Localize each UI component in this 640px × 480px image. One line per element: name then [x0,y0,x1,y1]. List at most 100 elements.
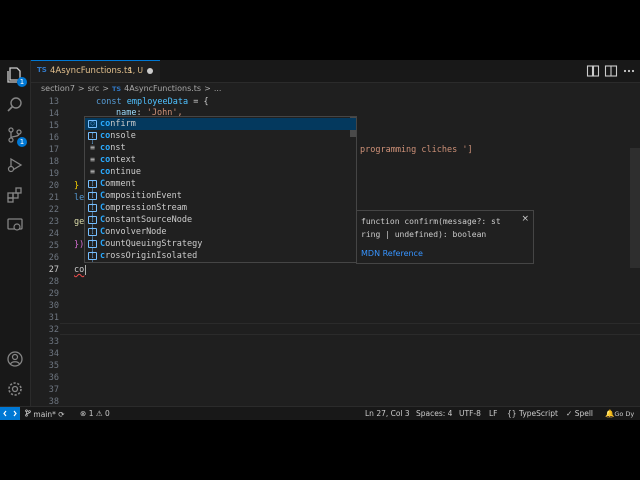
account-icon[interactable] [6,350,24,368]
suggestion-item[interactable]: [ ] ConvolverNode [85,226,356,241]
variable-icon: [ ] [88,192,97,205]
line-number: 17 [48,145,59,155]
suggestion-label: crossOriginIsolated [100,250,197,262]
mdn-reference-link[interactable]: MDN Reference [361,249,423,258]
code-keyword: const [96,97,122,107]
line-number: 25 [48,241,59,251]
run-debug-icon[interactable] [6,156,24,174]
variable-icon: [ ] [88,240,97,253]
suggestion-item[interactable]: [ ] CompressionStream [85,202,356,217]
line-number: 23 [48,217,59,227]
suggestion-item[interactable]: [ ] crossOriginIsolated [85,250,356,262]
variable-icon: [ ] [88,180,97,193]
branch-indicator[interactable]: main* ⟳ [25,409,65,419]
code-line-17[interactable]: programming cliches '] [360,145,473,155]
suggestion-label: continue [100,166,141,178]
line-number: 28 [48,277,59,287]
breadcrumb: section7 > src > TS 4AsyncFunctions.ts >... [41,84,224,93]
variable-icon: [ ] [88,204,97,217]
suggestion-widget: ⬡ confirm[ ] console ≡ const ≡ context ≡ continu… [84,116,357,263]
warning-count: 0 [104,409,110,418]
breadcrumb-separator: > [204,84,211,93]
settings-gear-icon[interactable] [6,380,24,398]
line-number: 15 [48,121,59,131]
encoding[interactable]: UTF-8 [459,409,481,418]
braces-icon: {} [507,409,517,418]
suggestion-item[interactable]: ⬡ confirm [85,118,356,130]
language-mode[interactable]: {} TypeScript [507,409,558,418]
signature-line-1: function confirm(message?: st [361,217,501,226]
error-icon: ⊗ [80,409,87,418]
compare-changes-icon[interactable] [586,63,600,77]
code-line-22[interactable]: ge [74,217,84,227]
suggestion-label: confirm [100,118,136,130]
suggestion-item[interactable]: ≡ const [85,142,356,154]
source-control-icon[interactable]: 1 [6,126,27,147]
close-icon[interactable]: × [521,214,529,224]
spell-checker[interactable]: ✓ Spell [566,409,593,418]
suggestion-item[interactable]: [ ] CompositionEvent [85,190,356,205]
suggestion-item[interactable]: [ ] Comment [85,178,356,193]
suggestion-item[interactable]: ≡ continue [85,166,356,178]
keyword-icon: ≡ [90,155,95,164]
suggestion-label: ConstantSourceNode [100,214,192,226]
code-line-19[interactable]: } [74,181,79,191]
cursor-position[interactable]: Ln 27, Col 3 [365,409,410,418]
line-number: 26 [48,253,59,263]
extensions-icon[interactable] [6,186,24,204]
sync-icon[interactable]: ⟳ [58,410,64,419]
code-line-24[interactable]: }) [74,240,84,250]
branch-name: main* [33,410,56,419]
line-number: 21 [48,193,59,203]
suggestion-item[interactable]: ≡ context [85,154,356,166]
breadcrumb-src[interactable]: src [88,84,100,93]
function-signature: function confirm(message?: st ring | und… [361,215,501,241]
line-number: 30 [48,301,59,311]
breadcrumb-more[interactable]: ... [214,84,222,93]
suggestion-label: CountQueuingStrategy [100,238,202,250]
status-bar: main* ⟳ ⊗ 1 ⚠ 0 Ln 27, Col 3 Spaces: 4 U… [0,406,640,420]
search-icon[interactable] [6,96,24,114]
suggestion-match: co [100,167,111,177]
more-actions-icon[interactable] [622,63,636,77]
split-editor-icon[interactable] [604,63,618,77]
explorer-icon[interactable]: 1 [6,66,27,87]
check-icon: ✓ [566,409,573,418]
remote-indicator-icon[interactable] [0,407,20,420]
breadcrumb-section7[interactable]: section7 [41,84,75,93]
suggestion-match: co [100,119,111,129]
suggestion-rest: onvolverNode [105,227,167,237]
suggestion-item[interactable]: [ ] console [85,130,356,145]
indentation[interactable]: Spaces: 4 [416,409,452,418]
tab-4asyncfunctions[interactable]: TS 4AsyncFunctions.ts 1, U [31,60,160,82]
suggestion-label: CompressionStream [100,202,187,214]
line-number: 37 [48,385,59,395]
line-number: 16 [48,133,59,143]
suggestion-label: context [100,154,136,166]
end-of-line[interactable]: LF [489,409,498,418]
code-text: = { [188,97,209,107]
tab-status: 1, U [128,66,144,75]
code-line-27[interactable]: co [74,265,84,275]
spell-label: Spell [574,409,593,418]
line-number: 38 [48,397,59,407]
code-line-21[interactable]: le [74,193,84,203]
breadcrumb-file[interactable]: 4AsyncFunctions.ts [124,84,201,93]
line-number: 19 [48,169,59,179]
keyword-icon: ≡ [90,167,95,176]
suggestion-label: console [100,130,136,142]
line-number: 36 [48,373,59,383]
signature-line-2: ring | undefined): boolean [361,230,487,239]
notifications-bell-icon: 🔔 [605,409,615,418]
problems-indicator[interactable]: ⊗ 1 ⚠ 0 [80,409,110,418]
line-number: 20 [48,181,59,191]
remote-explorer-icon[interactable] [6,216,24,234]
current-line-highlight [60,323,640,335]
suggestion-item[interactable]: [ ] ConstantSourceNode [85,214,356,229]
unsaved-dot-icon[interactable] [147,68,153,74]
suggestion-item[interactable]: [ ] CountQueuingStrategy [85,238,356,253]
extension-status[interactable]: 🔔Go Dy [605,409,634,418]
code-variable: employeeData [126,97,189,107]
code-line-13[interactable]: const employeeData = { [96,97,209,107]
editor-scrollbar[interactable] [630,148,640,268]
